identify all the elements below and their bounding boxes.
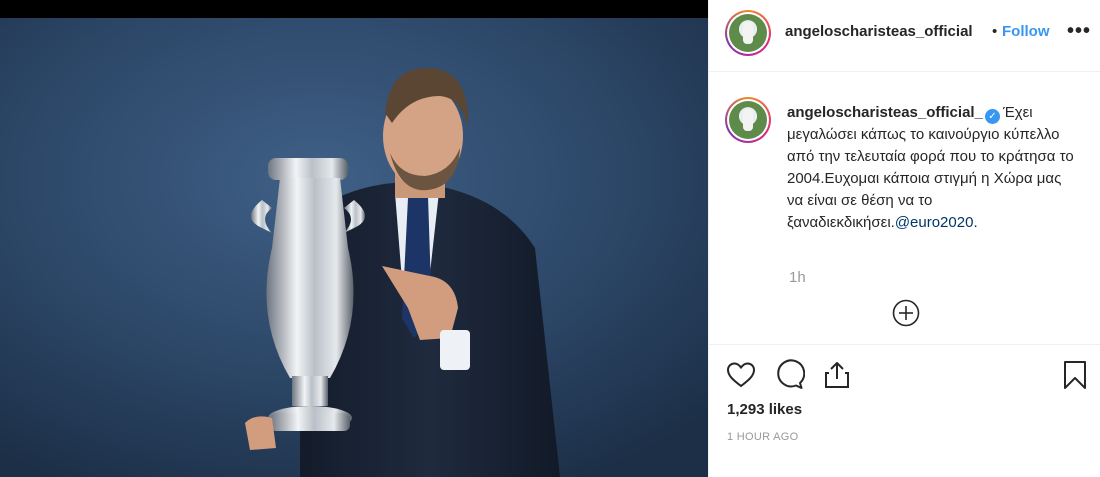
photo-illustration [0,18,708,477]
separator-dot: • [992,23,998,40]
share-icon[interactable] [821,359,853,391]
instagram-post: angeloscharisteas_official • Follow ••• … [0,0,1100,477]
likes-count[interactable]: 1,293 likes [727,401,802,418]
post-caption: angeloscharisteas_official_ ✓ Έχει μεγαλώσ… [787,102,1077,234]
post-photo[interactable] [0,0,708,477]
post-sidebar: angeloscharisteas_official • Follow ••• … [708,0,1100,477]
caption-avatar[interactable] [725,97,771,143]
post-actions: 1,293 likes 1 HOUR AGO [709,344,1100,477]
caption-time[interactable]: 1h [789,269,806,286]
mention-link[interactable]: @euro2020 [895,214,974,231]
caption-text: Έχει μεγαλώσει κάπως το καινούργιο κύπελ… [787,104,1074,231]
avatar[interactable] [725,10,771,56]
caption-trailing: . [973,214,978,231]
verified-badge-icon: ✓ [984,109,1000,124]
heart-icon[interactable] [725,359,757,391]
photo-top-bar [0,0,708,18]
caption-username[interactable]: angeloscharisteas_official_ [787,104,983,121]
follow-button[interactable]: Follow [1002,23,1050,40]
post-timestamp[interactable]: 1 HOUR AGO [727,431,798,443]
more-options-icon[interactable]: ••• [1067,20,1091,43]
header-username[interactable]: angeloscharisteas_official [785,23,973,40]
comment-icon[interactable] [773,359,805,391]
post-header: angeloscharisteas_official • Follow ••• [709,0,1100,72]
bookmark-icon[interactable] [1059,359,1091,391]
load-more-comments-icon[interactable] [892,299,920,327]
